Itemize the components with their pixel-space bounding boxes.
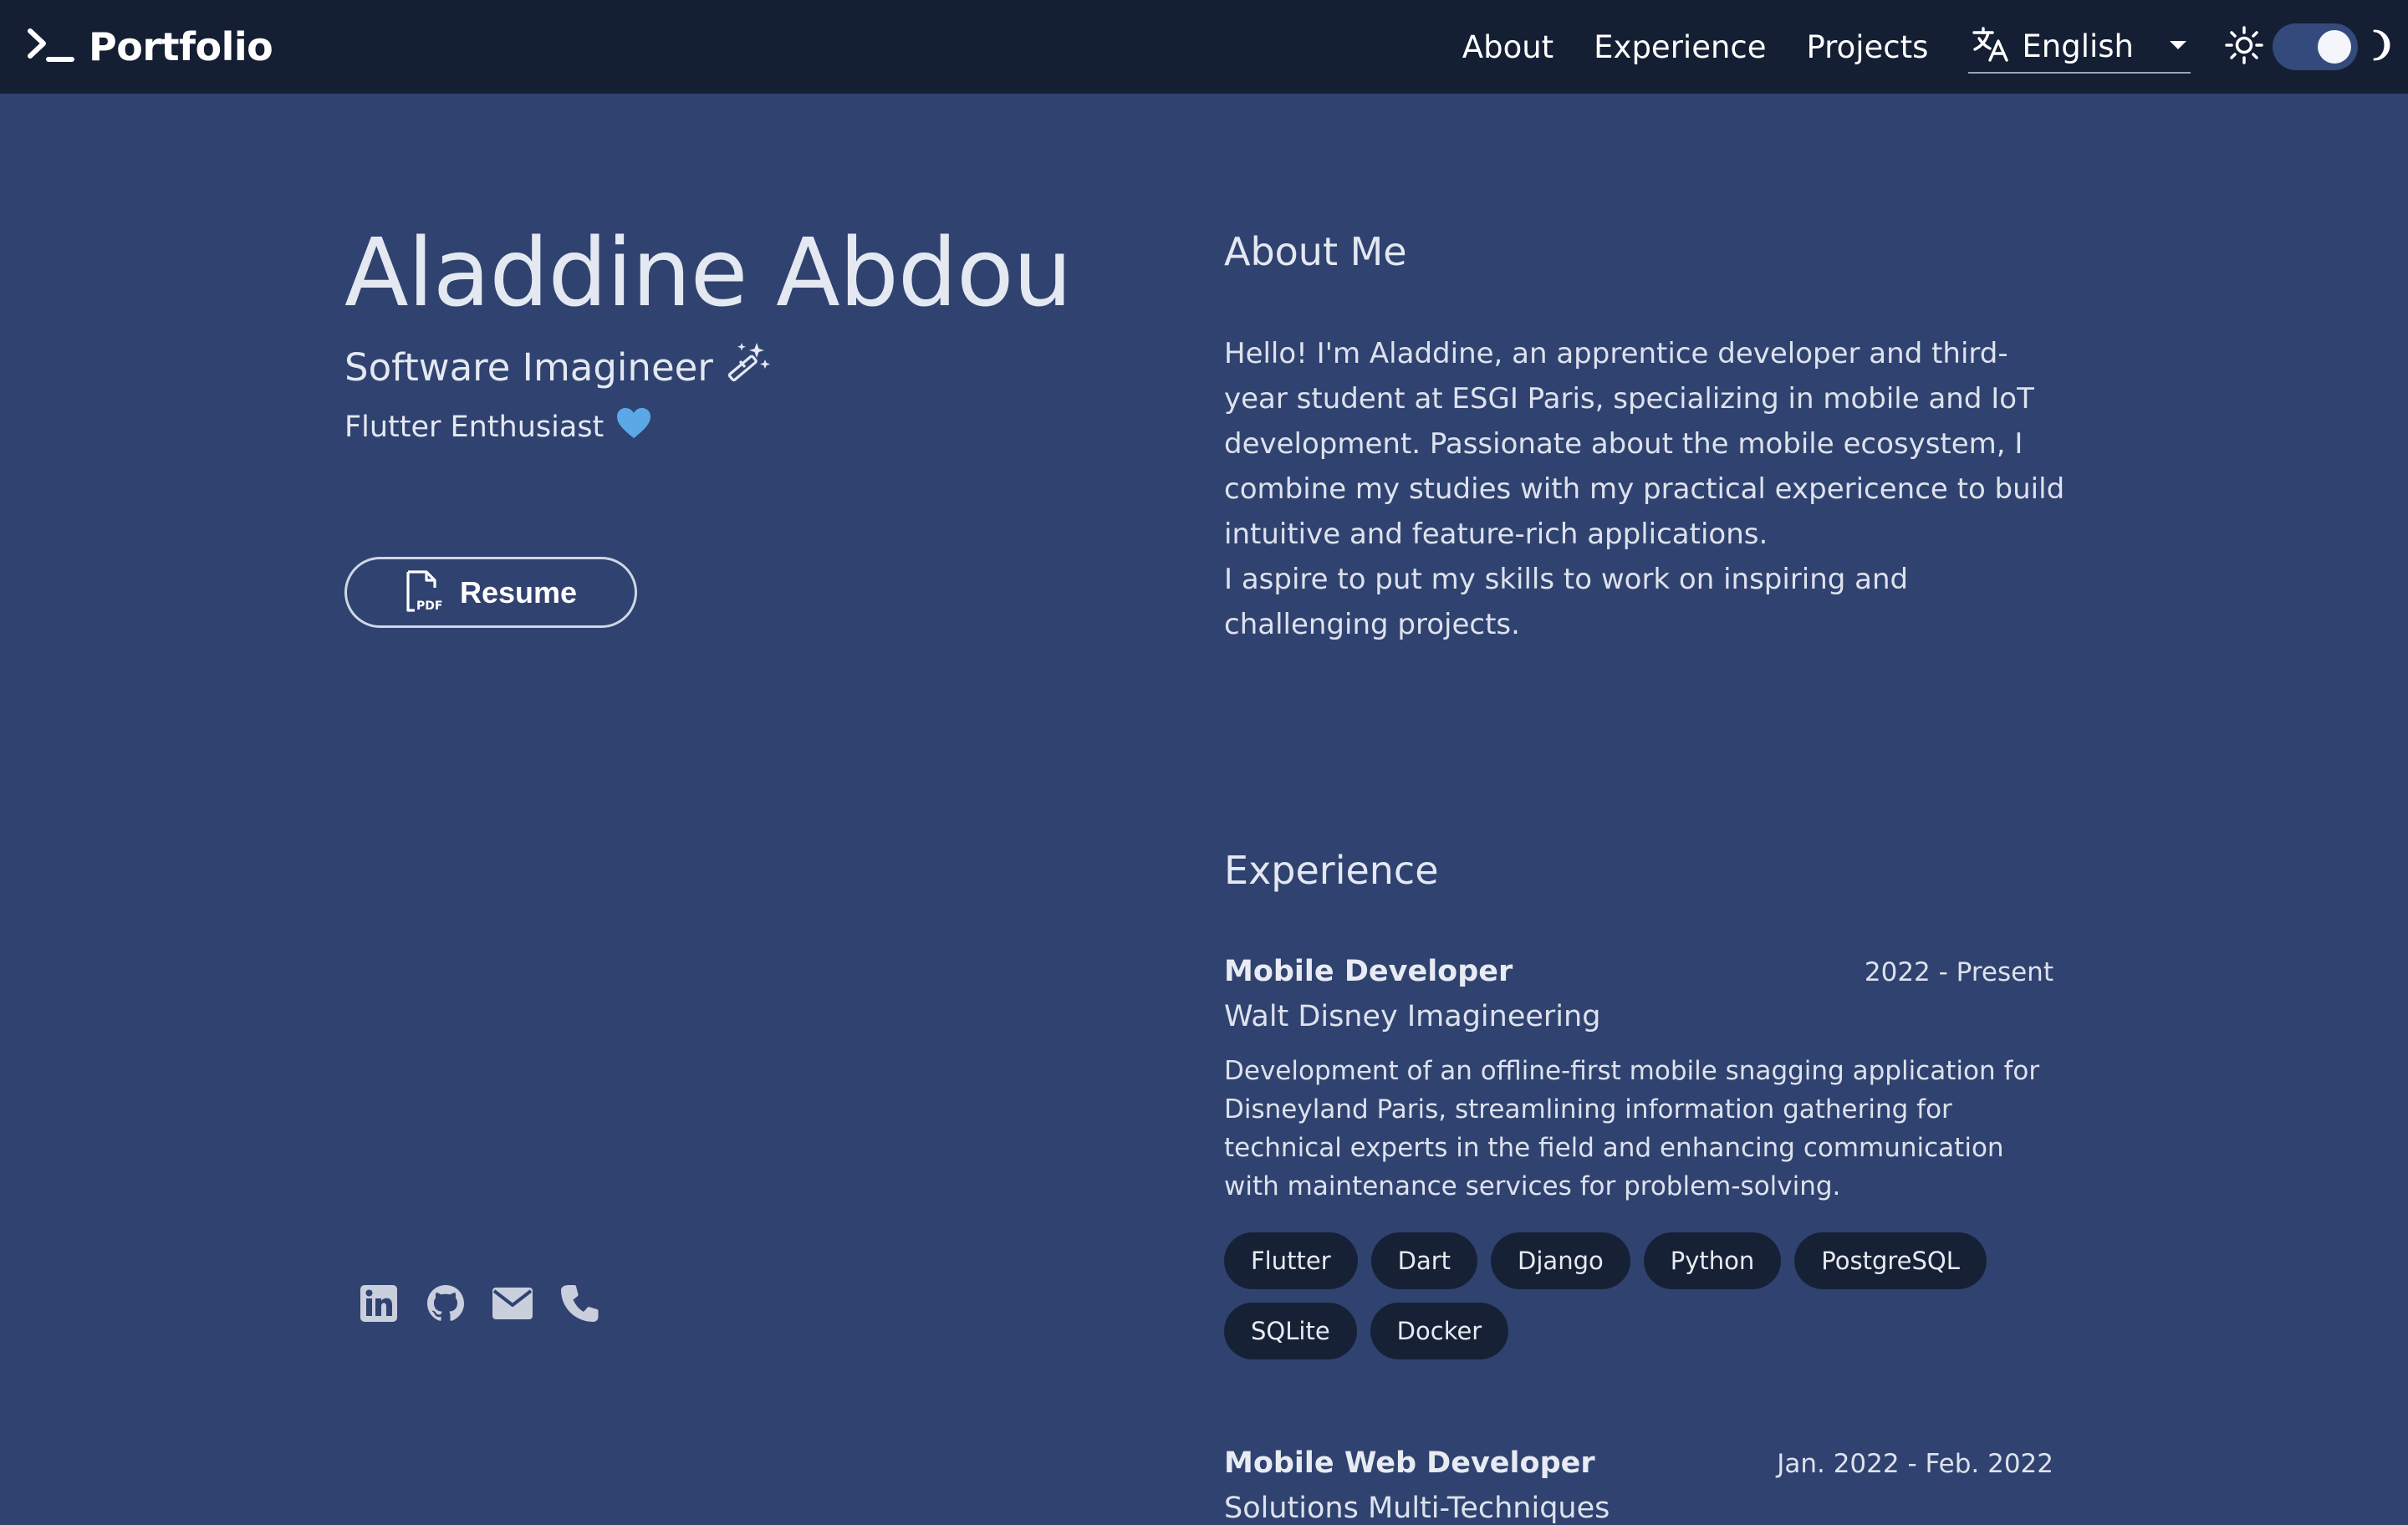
hero-name: Aladdine Abdou <box>344 219 1072 328</box>
experience-dates: Jan. 2022 - Feb. 2022 <box>1777 1449 2053 1479</box>
experience-role: Mobile Web Developer <box>1224 1446 1595 1480</box>
nav-projects[interactable]: Projects <box>1807 29 1929 65</box>
tech-tag: Flutter <box>1224 1232 1358 1289</box>
svg-text:PDF: PDF <box>416 599 442 613</box>
tech-tags: Flutter Dart Django Python PostgreSQL SQ… <box>1224 1232 2060 1359</box>
sun-icon <box>2224 25 2264 69</box>
hero-title-text: Software Imagineer <box>344 345 713 390</box>
social-links <box>358 1281 600 1326</box>
about-heading: About Me <box>1224 229 1407 274</box>
tech-tag: PostgreSQL <box>1794 1232 1987 1289</box>
theme-toggle <box>2224 23 2395 70</box>
experience-company: Walt Disney Imagineering <box>1224 1000 1601 1033</box>
nav-experience[interactable]: Experience <box>1594 29 1766 65</box>
heart-icon <box>615 406 652 447</box>
terminal-prompt-icon <box>27 26 75 68</box>
hero-subtitle-text: Flutter Enthusiast <box>344 410 605 444</box>
about-text: Hello! I'm Aladdine, an apprentice devel… <box>1224 331 2069 647</box>
tech-tag: Django <box>1491 1232 1630 1289</box>
tech-tag: Dart <box>1370 1232 1478 1289</box>
magic-wand-icon <box>725 341 772 394</box>
language-select-value: English <box>2022 28 2134 64</box>
switch-knob <box>2318 30 2351 64</box>
language-select[interactable]: English <box>1968 20 2191 74</box>
moon-icon <box>2366 28 2395 65</box>
github-icon[interactable] <box>425 1281 467 1326</box>
linkedin-icon[interactable] <box>358 1281 400 1326</box>
about-paragraph: I aspire to put my skills to work on ins… <box>1224 563 1909 641</box>
experience-company: Solutions Multi-Techniques <box>1224 1492 1610 1525</box>
experience-dates: 2022 - Present <box>1864 957 2053 987</box>
dark-mode-switch[interactable] <box>2273 23 2358 70</box>
resume-button-label: Resume <box>459 574 578 609</box>
tech-tag: Python <box>1643 1232 1782 1289</box>
brand[interactable]: Portfolio <box>27 0 273 94</box>
about-paragraph: Hello! I'm Aladdine, an apprentice devel… <box>1224 337 2065 551</box>
hero-subtitle: Flutter Enthusiast <box>344 406 652 447</box>
brand-title: Portfolio <box>89 24 273 69</box>
chevron-down-icon <box>2169 38 2187 54</box>
tech-tag: Docker <box>1370 1303 1509 1359</box>
hero-title: Software Imagineer <box>344 341 772 394</box>
experience-heading: Experience <box>1224 848 1439 893</box>
experience-description: Development of an offline-first mobile s… <box>1224 1056 2040 1201</box>
experience-item: Mobile Developer 2022 - Present Walt Dis… <box>1224 955 2053 1359</box>
mail-icon[interactable] <box>492 1281 533 1326</box>
nav-about[interactable]: About <box>1462 29 1553 65</box>
main-nav: About Experience Projects English <box>1462 0 2408 94</box>
tech-tag: SQLite <box>1224 1303 1357 1359</box>
pdf-file-icon: PDF <box>405 569 443 615</box>
resume-button[interactable]: PDF Resume <box>344 557 637 628</box>
top-app-bar: Portfolio About Experience Projects Engl… <box>0 0 2408 94</box>
phone-icon[interactable] <box>559 1281 600 1326</box>
experience-item: Mobile Web Developer Jan. 2022 - Feb. 20… <box>1224 1446 2053 1525</box>
translate-icon <box>1972 26 2010 66</box>
experience-role: Mobile Developer <box>1224 955 1513 988</box>
